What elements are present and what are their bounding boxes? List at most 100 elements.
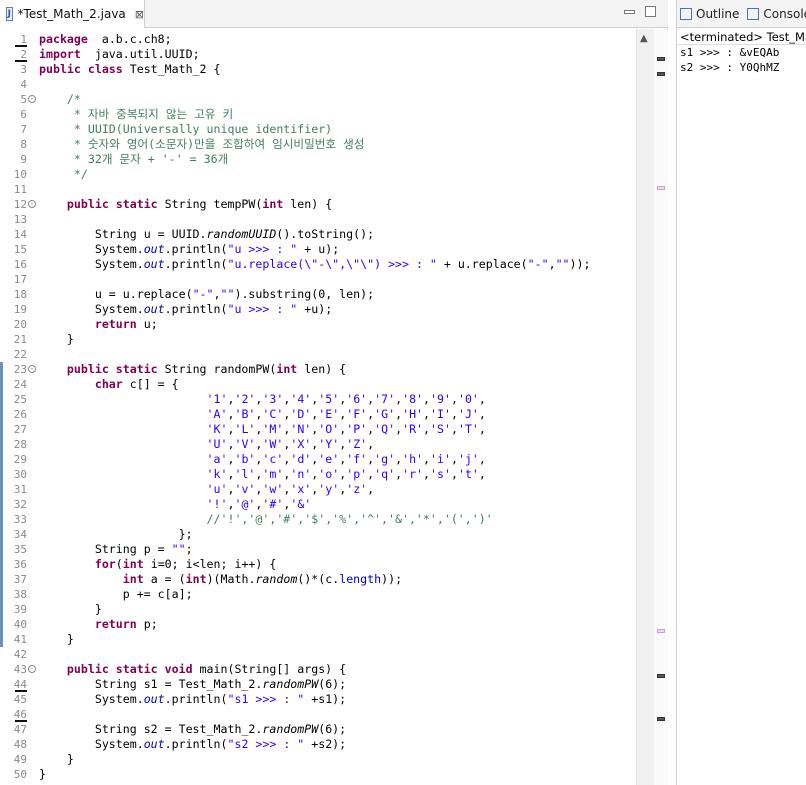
minimize-icon[interactable] [624,10,635,14]
console-status: <terminated> Test_Math_2 [677,28,806,45]
code-line[interactable]: 16 System.out.println("u.replace(\"-\",\… [0,257,636,272]
code-line[interactable]: 24 char c[] = { [0,377,636,392]
vertical-scrollbar[interactable]: ▲ [636,29,654,785]
code-text: String u = UUID.randomUUID().toString(); [39,227,374,242]
code-line[interactable]: 46 [0,707,636,722]
code-line[interactable]: 5- /* [0,92,636,107]
code-line[interactable]: 31 'u','v','w','x','y','z', [0,482,636,497]
code-line[interactable]: 11 [0,182,636,197]
code-line[interactable]: 35 String p = ""; [0,542,636,557]
code-line[interactable]: 12- public static String tempPW(int len)… [0,197,636,212]
code-token: , [478,452,486,466]
maximize-icon[interactable] [645,6,656,17]
code-line[interactable]: 18 u = u.replace("-","").substring(0, le… [0,287,636,302]
code-line[interactable]: 26 'A','B','C','D','E','F','G','H','I','… [0,407,636,422]
fold-toggle-icon[interactable]: - [28,665,36,673]
code-text: //'!','@','#','$','%','^','&','*','(',')… [39,512,493,527]
code-line[interactable]: 20 return u; [0,317,636,332]
code-line[interactable]: 41 } [0,632,636,647]
code-text: * 32개 문자 + '-' = 36개 [39,152,228,167]
code-line[interactable]: 50} [0,767,636,782]
code-line[interactable]: 37 int a = (int)(Math.random()*(c.length… [0,572,636,587]
code-line[interactable]: 29 'a','b','c','d','e','f','g','h','i','… [0,452,636,467]
code-line[interactable]: 38 p += c[a]; [0,587,636,602]
code-line[interactable]: 2 import java.util.UUID; [0,47,636,62]
code-token: i=0; i<len; i++) { [143,557,277,571]
code-token: 'y' [318,482,340,496]
editor-tab-test-math-2[interactable]: J *Test_Math_2.java ⊠ [0,0,145,28]
code-token: "-" [192,287,214,301]
code-line[interactable]: 23- public static String randomPW(int le… [0,362,636,377]
fold-toggle-icon[interactable]: - [28,365,36,373]
code-token: '#' [262,497,284,511]
tab-outline[interactable]: Outline [680,7,739,21]
code-line[interactable]: 13 [0,212,636,227]
code-area[interactable]: 1 package a.b.c.ch8; 2 import java.util.UUI… [0,29,636,785]
code-line[interactable]: 39 } [0,602,636,617]
code-token: '!' [206,497,228,511]
code-line[interactable]: 45 System.out.println("s1 >>> : " +s1); [0,692,636,707]
close-icon[interactable]: ⊠ [135,8,144,21]
code-token: 'H' [402,407,424,421]
overview-marker[interactable] [657,57,665,61]
code-token: 'Z' [346,437,368,451]
code-line[interactable]: 30 'k','l','m','n','o','p','q','r','s','… [0,467,636,482]
overview-marker[interactable] [657,717,665,721]
code-token: , [450,392,458,406]
code-line[interactable]: 9 * 32개 문자 + '-' = 36개 [0,152,636,167]
code-line[interactable]: 34 }; [0,527,636,542]
code-token: //'!','@','#','$','%','^','&','*','(',')… [206,512,493,526]
code-line[interactable]: 22 [0,347,636,362]
code-line[interactable]: 42 [0,647,636,662]
fold-toggle-icon[interactable]: - [28,95,36,103]
code-line[interactable]: 8 * 숫자와 영어(소문자)만을 조합하여 임시비밀번호 생성 [0,137,636,152]
tab-console[interactable]: Console [747,7,806,21]
code-line[interactable]: 14 String u = UUID.randomUUID().toString… [0,227,636,242]
line-number: 40 [13,618,27,631]
code-line[interactable]: 40 return p; [0,617,636,632]
line-number: 32 [13,498,27,511]
code-line[interactable]: 32 '!','@','#','&' [0,497,636,512]
code-text: * 자바 중복되지 않는 고유 키 [39,107,233,122]
scroll-up-icon[interactable]: ▲ [640,33,648,44]
code-token: System. [39,302,144,316]
overview-marker[interactable] [657,674,665,678]
code-line[interactable]: 36 for(int i=0; i<len; i++) { [0,557,636,572]
code-token: } [39,767,46,781]
code-text: 'U','V','W','X','Y','Z', [39,437,375,452]
code-line[interactable]: 33 //'!','@','#','$','%','^','&','*','('… [0,512,636,527]
code-text: package a.b.c.ch8; [39,32,172,47]
code-line[interactable]: 15 System.out.println("u >>> : " + u); [0,242,636,257]
code-token: '4' [290,392,312,406]
overview-marker[interactable] [657,72,665,76]
code-line[interactable]: 6 * 자바 중복되지 않는 고유 키 [0,107,636,122]
code-line[interactable]: 48 System.out.println("s2 >>> : " +s2); [0,737,636,752]
code-token: '9' [430,392,451,406]
line-number: 47 [13,723,27,736]
code-text: System.out.println("s1 >>> : " +s1); [39,692,346,707]
code-line[interactable]: 28 'U','V','W','X','Y','Z', [0,437,636,452]
code-line[interactable]: 27 'K','L','M','N','O','P','Q','R','S','… [0,422,636,437]
code-line[interactable]: 44 String s1 = Test_Math_2.randomPW(6); [0,677,636,692]
code-line[interactable]: 4 [0,77,636,92]
code-line[interactable]: 7 * UUID(Universally unique identifier) [0,122,636,137]
code-line[interactable]: 21 } [0,332,636,347]
code-line[interactable]: 49 } [0,752,636,767]
code-token: 'q' [374,467,396,481]
overview-marker[interactable] [657,629,665,633]
code-token: )(Math. [206,572,256,586]
overview-marker[interactable] [657,186,665,190]
overview-ruler[interactable] [654,29,668,785]
code-line[interactable]: 3 public class Test_Math_2 { [0,62,636,77]
code-line[interactable]: 17 [0,272,636,287]
fold-toggle-icon[interactable]: - [28,200,36,208]
code-token: .println( [164,257,228,271]
code-token: String u = UUID. [39,227,207,241]
code-line[interactable]: 25 '1','2','3','4','5','6','7','8','9','… [0,392,636,407]
code-line[interactable]: 47 String s2 = Test_Math_2.randomPW(6); [0,722,636,737]
code-line[interactable]: 19 System.out.println("u >>> : " +u); [0,302,636,317]
code-line[interactable]: 10 */ [0,167,636,182]
code-line[interactable]: 43- public static void main(String[] arg… [0,662,636,677]
code-line[interactable]: 1 package a.b.c.ch8; [0,32,636,47]
